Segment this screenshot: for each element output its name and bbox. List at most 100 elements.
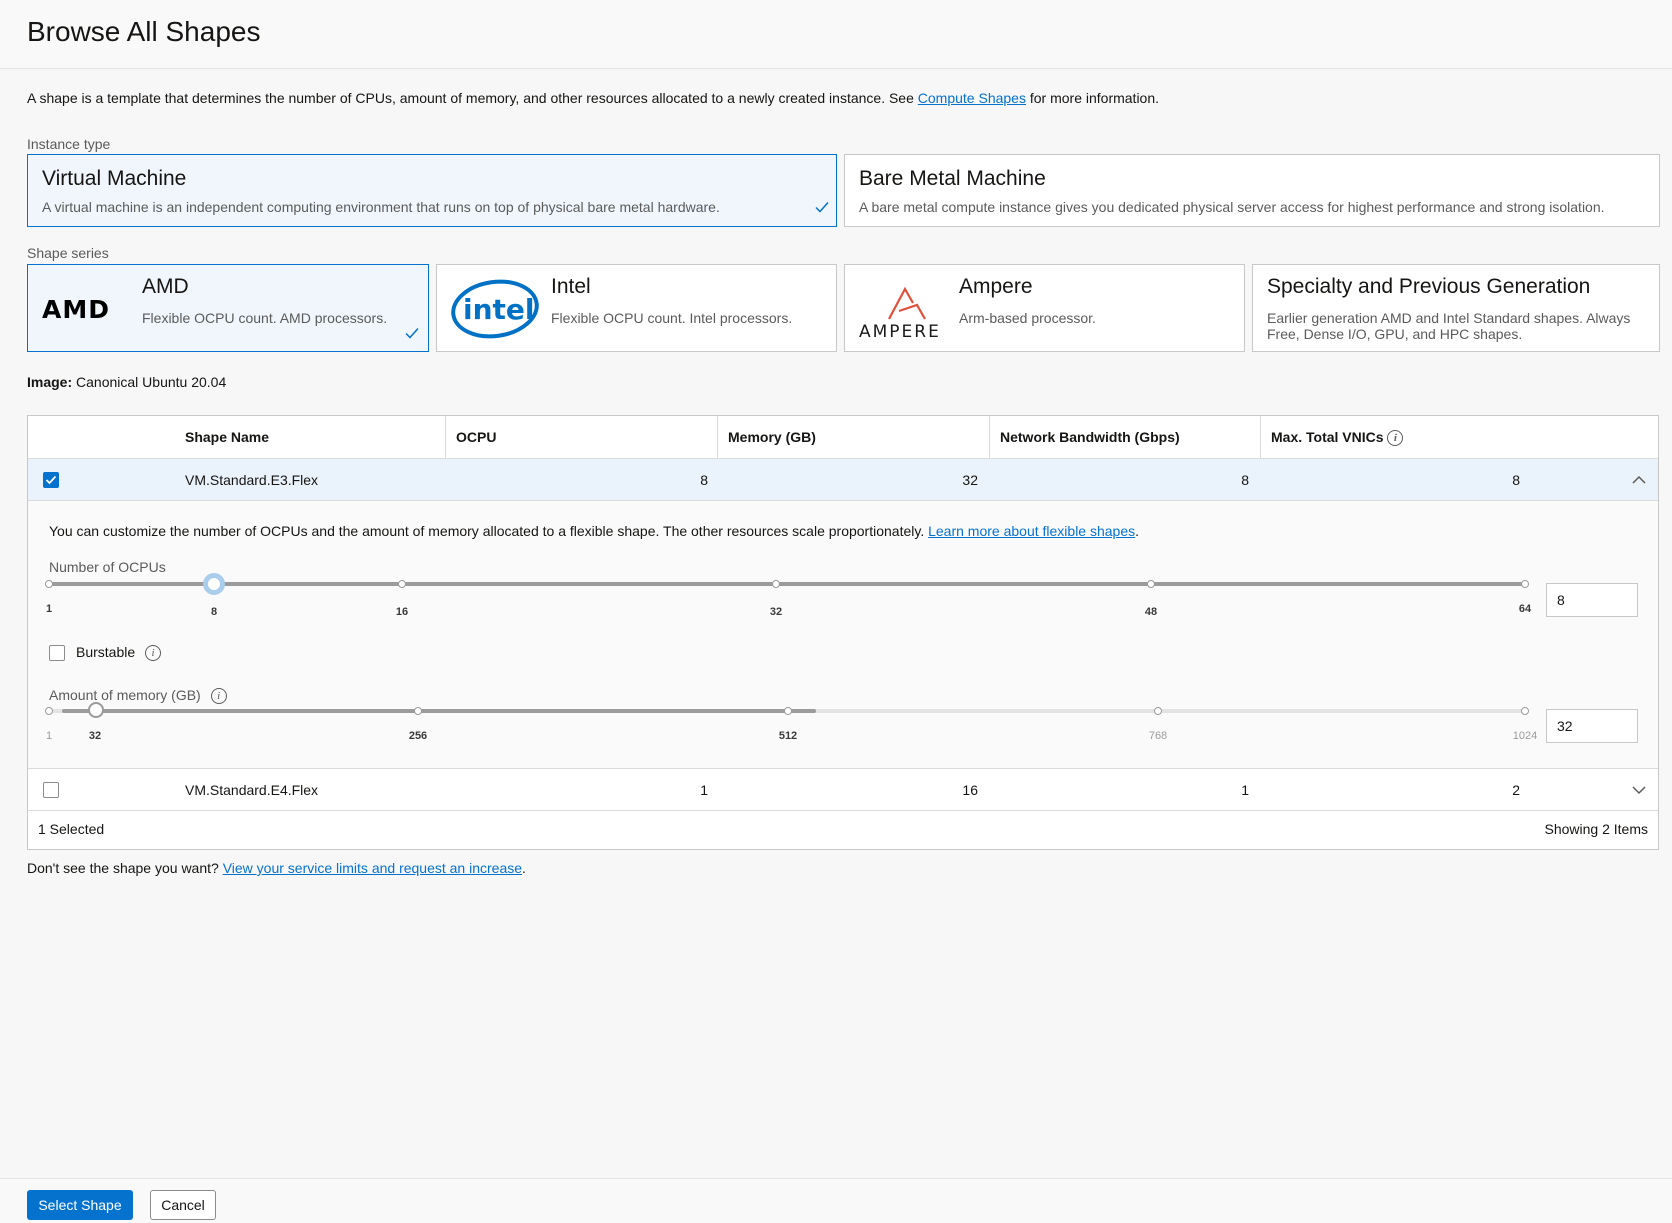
slider-tick	[398, 580, 406, 588]
ocpu-slider-label: Number of OCPUs	[49, 559, 166, 575]
shape-name: VM.Standard.E3.Flex	[185, 472, 319, 488]
column-header-ocpu[interactable]: OCPU	[446, 416, 718, 458]
learn-more-flex-link[interactable]: Learn more about flexible shapes	[928, 523, 1135, 539]
card-description: A bare metal compute instance gives you …	[859, 199, 1605, 215]
ocpu-slider-thumb[interactable]	[203, 573, 225, 595]
checkmark-icon	[815, 202, 829, 213]
memory-slider-range	[62, 709, 816, 713]
instance-type-virtual-machine[interactable]: Virtual Machine A virtual machine is an …	[27, 154, 837, 227]
memory-value: 16	[962, 782, 978, 798]
svg-text:intel: intel	[463, 293, 535, 326]
burstable-label: Burstable i	[76, 644, 162, 662]
card-description: Flexible OCPU count. AMD processors.	[142, 310, 388, 326]
memory-tick-label: 1	[45, 730, 53, 742]
checkmark-icon	[405, 328, 419, 339]
memory-value: 32	[962, 472, 978, 488]
burstable-checkbox[interactable]	[49, 645, 65, 661]
shape-series-ampere[interactable]: AMPERE Ampere Arm-based processor.	[844, 264, 1245, 352]
card-title: Specialty and Previous Generation	[1267, 275, 1591, 298]
info-icon[interactable]: i	[145, 645, 162, 662]
column-header-vnics[interactable]: Max. Total VNICs i	[1261, 416, 1658, 458]
ocpu-value: 1	[700, 782, 708, 798]
ocpu-tick-label: 64	[1518, 603, 1532, 615]
shape-series-specialty[interactable]: Specialty and Previous Generation Earlie…	[1252, 264, 1660, 352]
info-icon[interactable]: i	[1387, 430, 1404, 447]
bandwidth-value: 1	[1241, 782, 1249, 798]
shape-series-intel[interactable]: intel Intel Flexible OCPU count. Intel p…	[436, 264, 837, 352]
intel-logo: intel	[451, 279, 539, 339]
card-description: Arm-based processor.	[959, 310, 1096, 326]
slider-tick	[1521, 580, 1529, 588]
table-footer: 1 Selected Showing 2 Items	[28, 810, 1658, 846]
ocpu-input[interactable]: 8	[1546, 583, 1638, 617]
ocpu-tick-label: 1	[45, 603, 53, 615]
slider-tick	[1521, 707, 1529, 715]
slider-tick	[45, 707, 53, 715]
bandwidth-value: 8	[1241, 472, 1249, 488]
card-description: Earlier generation AMD and Intel Standar…	[1267, 310, 1631, 342]
slider-tick	[772, 580, 780, 588]
intro-text: A shape is a template that determines th…	[27, 90, 1160, 106]
ampere-logo: AMPERE	[859, 286, 941, 341]
ocpu-slider-track[interactable]	[49, 582, 1525, 586]
card-description: Flexible OCPU count. Intel processors.	[551, 310, 793, 326]
memory-input[interactable]: 32	[1546, 709, 1638, 743]
page-header: Browse All Shapes	[0, 0, 1672, 69]
card-title: Bare Metal Machine	[859, 167, 1046, 190]
action-bar: Select Shape Cancel	[0, 1178, 1672, 1223]
ocpu-tick-label: 8	[210, 606, 218, 618]
ocpu-tick-label: 16	[395, 606, 409, 618]
memory-slider-thumb[interactable]	[88, 702, 104, 718]
chevron-up-icon[interactable]	[1632, 474, 1646, 486]
shape-series-amd[interactable]: AMD AMD Flexible OCPU count. AMD process…	[27, 264, 429, 352]
slider-tick	[784, 707, 792, 715]
card-description: A virtual machine is an independent comp…	[42, 199, 720, 215]
memory-tick-label: 512	[778, 730, 798, 742]
info-icon[interactable]: i	[210, 688, 227, 705]
selected-count: 1 Selected	[38, 821, 105, 837]
memory-tick-label: 1024	[1512, 730, 1538, 742]
slider-tick	[1147, 580, 1155, 588]
flex-shape-description: You can customize the number of OCPUs an…	[49, 523, 1140, 539]
shapes-table: Shape Name OCPU Memory (GB) Network Band…	[27, 415, 1659, 850]
card-title: Intel	[551, 275, 591, 298]
flex-shape-config-panel: You can customize the number of OCPUs an…	[28, 500, 1658, 768]
memory-tick-label: 768	[1148, 730, 1168, 742]
image-info: Image: Canonical Ubuntu 20.04	[27, 374, 227, 390]
service-limits-hint: Don't see the shape you want? View your …	[27, 860, 526, 876]
row-checkbox[interactable]	[43, 472, 59, 488]
cancel-button[interactable]: Cancel	[150, 1190, 216, 1220]
instance-type-bare-metal[interactable]: Bare Metal Machine A bare metal compute …	[844, 154, 1660, 227]
slider-tick	[45, 580, 53, 588]
card-title: Ampere	[959, 275, 1033, 298]
instance-type-label: Instance type	[27, 136, 111, 152]
vnics-value: 2	[1512, 782, 1520, 798]
card-title: Virtual Machine	[42, 167, 187, 190]
svg-text:AMPERE: AMPERE	[859, 322, 941, 341]
page-title: Browse All Shapes	[27, 16, 261, 47]
ocpu-value: 8	[700, 472, 708, 488]
memory-tick-label: 256	[408, 730, 428, 742]
row-checkbox[interactable]	[43, 782, 59, 798]
ocpu-tick-label: 48	[1144, 606, 1158, 618]
shape-series-label: Shape series	[27, 245, 109, 261]
column-header-bandwidth[interactable]: Network Bandwidth (Gbps)	[990, 416, 1261, 458]
vnics-value: 8	[1512, 472, 1520, 488]
slider-tick	[414, 707, 422, 715]
table-row[interactable]: VM.Standard.E3.Flex 8 32 8 8	[28, 458, 1658, 500]
select-shape-button[interactable]: Select Shape	[27, 1190, 133, 1220]
items-count: Showing 2 Items	[1544, 821, 1649, 837]
column-header-shape-name[interactable]: Shape Name	[28, 416, 446, 458]
shape-name: VM.Standard.E4.Flex	[185, 782, 319, 798]
table-row[interactable]: VM.Standard.E4.Flex 1 16 1 2	[28, 768, 1658, 810]
service-limits-link[interactable]: View your service limits and request an …	[223, 860, 522, 876]
checkbox-check-icon	[45, 475, 57, 485]
ocpu-tick-label: 32	[769, 606, 783, 618]
memory-tick-label: 32	[88, 730, 102, 742]
slider-tick	[1154, 707, 1162, 715]
compute-shapes-link[interactable]: Compute Shapes	[918, 90, 1026, 106]
card-title: AMD	[142, 275, 189, 298]
memory-slider-label: Amount of memory (GB) i	[49, 687, 227, 705]
chevron-down-icon[interactable]	[1632, 784, 1646, 796]
column-header-memory[interactable]: Memory (GB)	[718, 416, 990, 458]
